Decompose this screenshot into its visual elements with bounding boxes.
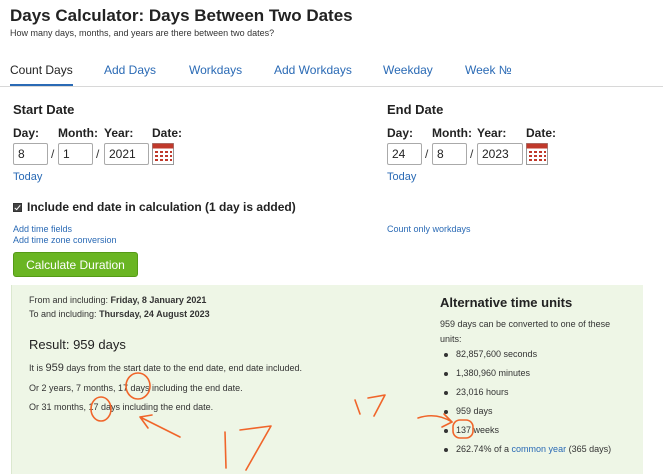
to-date: Thursday, 24 August 2023	[99, 309, 210, 319]
result-line-days: It is 959 days from the start date to th…	[29, 362, 302, 374]
list-item: 82,857,600 seconds	[444, 345, 611, 364]
alternative-units-title: Alternative time units	[440, 295, 573, 310]
tab-bar: Count Days Add Days Workdays Add Workday…	[0, 54, 663, 87]
tab-add-days[interactable]: Add Days	[104, 63, 156, 77]
list-item: 23,016 hours	[444, 383, 611, 402]
tab-workdays[interactable]: Workdays	[189, 63, 242, 77]
page-title: Days Calculator: Days Between Two Dates	[10, 6, 353, 25]
include-end-date-checkbox[interactable]	[13, 202, 22, 212]
alternative-units-description: 959 days can be converted to one of thes…	[440, 319, 611, 344]
alternative-units-list: 82,857,600 seconds 1,380,960 minutes 23,…	[444, 345, 611, 459]
result-panel: From and including: Friday, 8 January 20…	[11, 285, 643, 474]
result-line-years: Or 2 years, 7 months, 17 days including …	[29, 383, 243, 393]
end-day-label: Day:	[387, 126, 414, 140]
end-year-label: Year:	[477, 126, 507, 140]
percent-suffix: (365 days)	[566, 444, 612, 454]
include-end-date-option[interactable]: Include end date in calculation (1 day i…	[13, 200, 296, 214]
from-line: From and including: Friday, 8 January 20…	[29, 295, 206, 305]
end-year-input[interactable]	[477, 143, 523, 165]
page-subtitle: How many days, months, and years are the…	[10, 28, 275, 38]
percent-prefix: 262.74% of a	[456, 444, 512, 454]
end-month-label: Month:	[432, 126, 472, 140]
date-separator: /	[51, 147, 55, 161]
calendar-icon[interactable]	[152, 143, 174, 165]
tab-add-workdays[interactable]: Add Workdays	[274, 63, 352, 77]
list-item: 137 weeks	[444, 421, 611, 440]
date-separator: /	[470, 147, 474, 161]
start-today-link[interactable]: Today	[13, 171, 42, 183]
start-day-label: Day:	[13, 126, 40, 140]
start-date-title: Start Date	[13, 102, 75, 117]
include-end-date-label: Include end date in calculation (1 day i…	[27, 200, 296, 214]
result-title: Result: 959 days	[29, 337, 126, 352]
tab-count-days[interactable]: Count Days	[10, 63, 73, 86]
calendar-icon[interactable]	[526, 143, 548, 165]
start-month-input[interactable]	[58, 143, 93, 165]
end-day-input[interactable]	[387, 143, 422, 165]
list-item: 262.74% of a common year (365 days)	[444, 440, 611, 459]
list-item: 1,380,960 minutes	[444, 364, 611, 383]
start-day-input[interactable]	[13, 143, 48, 165]
from-date: Friday, 8 January 2021	[110, 295, 207, 305]
result-day-count: 959	[45, 362, 64, 374]
to-line: To and including: Thursday, 24 August 20…	[29, 309, 210, 319]
result-line-months: Or 31 months, 17 days including the end …	[29, 402, 214, 412]
result-line-suffix: days from the start date to the end date…	[63, 363, 303, 373]
list-item: 959 days	[444, 402, 611, 421]
start-year-input[interactable]	[104, 143, 149, 165]
from-prefix: From and including:	[29, 295, 111, 305]
start-month-label: Month:	[58, 126, 98, 140]
result-line-prefix: It is	[29, 363, 46, 373]
add-time-zone-link[interactable]: Add time zone conversion	[13, 235, 117, 245]
count-workdays-link[interactable]: Count only workdays	[387, 224, 471, 234]
common-year-link[interactable]: common year	[512, 444, 567, 454]
start-year-label: Year:	[104, 126, 134, 140]
end-month-input[interactable]	[432, 143, 467, 165]
date-separator: /	[96, 147, 100, 161]
end-date-title: End Date	[387, 102, 444, 117]
to-prefix: To and including:	[29, 309, 100, 319]
calculate-duration-button[interactable]: Calculate Duration	[13, 252, 138, 277]
tab-week-number[interactable]: Week №	[465, 63, 512, 77]
tab-weekday[interactable]: Weekday	[383, 63, 433, 77]
end-today-link[interactable]: Today	[387, 171, 416, 183]
start-date-label: Date:	[152, 126, 183, 140]
date-separator: /	[425, 147, 429, 161]
add-time-fields-link[interactable]: Add time fields	[13, 224, 72, 234]
end-date-label: Date:	[526, 126, 557, 140]
